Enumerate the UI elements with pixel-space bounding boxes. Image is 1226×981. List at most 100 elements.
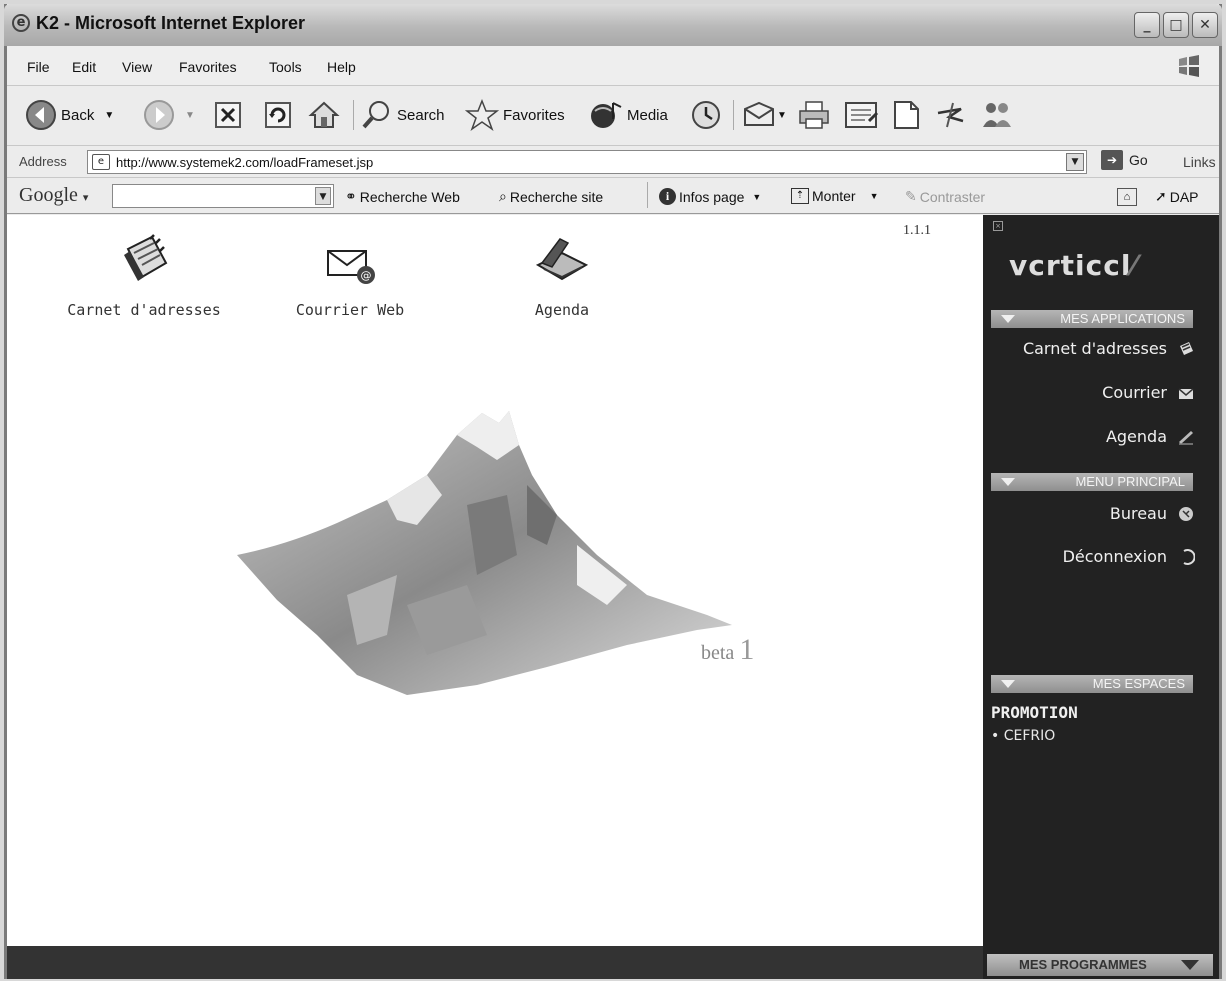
app-webmail[interactable]: @ Courrier Web bbox=[275, 233, 425, 319]
space-item-cefrio[interactable]: • CEFRIO bbox=[991, 728, 1055, 744]
messenger-button[interactable] bbox=[979, 98, 1015, 132]
close-button[interactable]: ✕ bbox=[1192, 12, 1218, 38]
sidebar-item-label: Bureau bbox=[1109, 504, 1167, 523]
links-button[interactable]: Links bbox=[1183, 154, 1216, 170]
close-icon[interactable]: × bbox=[993, 221, 1003, 231]
address-input[interactable]: e http://www.systemek2.com/loadFrameset.… bbox=[87, 150, 1087, 174]
mail-icon bbox=[744, 101, 774, 126]
stop-button[interactable] bbox=[213, 98, 243, 132]
main-menu-header[interactable]: MENU PRINCIPAL bbox=[991, 473, 1193, 491]
app-address-book-label: Carnet d'adresses bbox=[67, 301, 221, 319]
web-search-button[interactable]: ⚭ Recherche Web bbox=[345, 188, 460, 205]
stop-icon bbox=[215, 102, 241, 128]
google-search-input[interactable]: ▼ bbox=[112, 184, 334, 208]
sidebar-item-agenda[interactable]: Agenda bbox=[1106, 427, 1195, 446]
applications-header[interactable]: MES APPLICATIONS bbox=[991, 310, 1193, 328]
version-label: 1.1.1 bbox=[903, 223, 931, 238]
app-address-book[interactable]: Carnet d'adresses bbox=[59, 233, 229, 319]
info-icon: i bbox=[659, 188, 676, 205]
binoculars-icon: ⚭ bbox=[345, 188, 357, 204]
go-button[interactable]: ➔ Go bbox=[1101, 150, 1148, 170]
refresh-button[interactable] bbox=[263, 98, 293, 132]
search-button[interactable]: Search bbox=[361, 98, 445, 132]
dap-button[interactable]: ➚ DAP bbox=[1155, 188, 1199, 205]
address-book-icon bbox=[1180, 341, 1193, 355]
sidebar-item-label: Carnet d'adresses bbox=[1022, 339, 1167, 358]
status-bar bbox=[7, 946, 983, 979]
forward-button[interactable]: ▼ bbox=[143, 98, 195, 132]
svg-text:@: @ bbox=[361, 269, 372, 282]
programs-bar: MES PROGRAMMES bbox=[983, 946, 1219, 979]
printer-icon bbox=[799, 101, 829, 129]
favorites-button[interactable]: Favorites bbox=[465, 98, 565, 132]
menu-tools[interactable]: Tools bbox=[269, 59, 302, 75]
address-url: http://www.systemek2.com/loadFrameset.js… bbox=[116, 155, 374, 170]
google-search-dropdown-icon[interactable]: ▼ bbox=[315, 187, 331, 205]
beta-number: 1 bbox=[739, 633, 755, 666]
sidebar-item-desk[interactable]: Bureau bbox=[1110, 504, 1195, 523]
edit-button[interactable] bbox=[843, 98, 881, 132]
collapse-triangle-icon bbox=[1001, 315, 1015, 323]
sidebar-item-label: Déconnexion bbox=[1062, 547, 1167, 566]
maximize-button[interactable]: □ bbox=[1163, 12, 1189, 38]
dap-label: DAP bbox=[1169, 188, 1199, 205]
menu-bar: File Edit View Favorites Tools Help bbox=[7, 46, 1219, 86]
media-icon bbox=[591, 102, 622, 128]
window-title: K2 - Microsoft Internet Explorer bbox=[36, 13, 306, 33]
vertical-sidebar: × vcrticcl⁄ MES APPLICATIONS Carnet d'ad… bbox=[983, 215, 1219, 946]
beta-text: beta bbox=[701, 642, 735, 664]
spaces-header[interactable]: MES ESPACES bbox=[991, 675, 1193, 693]
menu-help[interactable]: Help bbox=[327, 59, 356, 75]
back-arrow-icon bbox=[26, 100, 56, 130]
page-info-button[interactable]: i Infos page ▼ bbox=[659, 188, 761, 205]
collapse-triangle-icon bbox=[1001, 680, 1015, 688]
sidebar-item-mail[interactable]: Courrier bbox=[1102, 383, 1195, 402]
spaces-header-label: MES ESPACES bbox=[1092, 676, 1185, 691]
google-home-button[interactable]: ⌂ bbox=[1117, 188, 1140, 206]
google-toolbar: Google ▾ ▼ ⚭ Recherche Web ⌕ Recherche s… bbox=[7, 178, 1219, 214]
folder-up-icon: ⇡ bbox=[791, 188, 809, 204]
menu-edit[interactable]: Edit bbox=[72, 59, 96, 75]
up-button[interactable]: ⇡ Monter ▼ bbox=[791, 188, 879, 204]
discuss-button[interactable] bbox=[891, 98, 921, 132]
lightning-icon bbox=[937, 102, 964, 128]
windows-logo-icon bbox=[1179, 55, 1199, 77]
minimize-button[interactable]: _ bbox=[1134, 12, 1160, 38]
programs-button[interactable]: MES PROGRAMMES bbox=[987, 954, 1213, 976]
home-button[interactable] bbox=[307, 98, 341, 132]
sidebar-item-address-book[interactable]: Carnet d'adresses bbox=[1023, 339, 1195, 358]
blank-page-icon bbox=[894, 101, 919, 129]
site-search-button[interactable]: ⌕ Recherche site bbox=[499, 188, 603, 205]
mail-button[interactable]: ▼ bbox=[741, 98, 787, 132]
sidebar-item-logout[interactable]: Déconnexion bbox=[1063, 547, 1195, 566]
back-dropdown-icon[interactable]: ▼ bbox=[104, 110, 114, 121]
contrast-button[interactable]: ✎ Contraster bbox=[905, 188, 985, 205]
star-icon bbox=[465, 99, 499, 131]
toolbar-separator bbox=[733, 100, 734, 130]
media-button[interactable]: Media bbox=[589, 98, 668, 132]
mail-icon bbox=[1178, 387, 1194, 399]
history-button[interactable] bbox=[689, 98, 723, 132]
research-button[interactable] bbox=[935, 98, 965, 132]
print-button[interactable] bbox=[797, 98, 831, 132]
back-label: Back bbox=[61, 106, 95, 124]
menu-view[interactable]: View bbox=[122, 59, 152, 75]
app-agenda[interactable]: Agenda bbox=[507, 233, 617, 319]
address-dropdown-icon[interactable]: ▼ bbox=[1066, 153, 1084, 171]
back-button[interactable]: Back ▼ bbox=[25, 98, 114, 132]
highlighter-icon: ✎ bbox=[905, 188, 917, 204]
go-label: Go bbox=[1129, 152, 1148, 168]
vertical-logo-text: vcrticcl bbox=[1009, 249, 1132, 282]
mail-dropdown-icon[interactable]: ▼ bbox=[777, 110, 787, 121]
forward-dropdown-icon[interactable]: ▼ bbox=[185, 110, 195, 121]
menu-favorites[interactable]: Favorites bbox=[179, 59, 237, 75]
address-bar: Address e http://www.systemek2.com/loadF… bbox=[7, 146, 1219, 178]
browser-window: e K2 - Microsoft Internet Explorer _ □ ✕… bbox=[4, 4, 1222, 979]
google-logo[interactable]: Google ▾ bbox=[19, 184, 88, 207]
menu-file[interactable]: File bbox=[27, 59, 50, 75]
address-book-icon bbox=[124, 234, 168, 281]
favorites-label: Favorites bbox=[503, 106, 565, 124]
mountain-illustration bbox=[237, 411, 732, 695]
up-dropdown-icon: ▼ bbox=[869, 191, 879, 201]
toolbar-separator bbox=[647, 182, 648, 208]
